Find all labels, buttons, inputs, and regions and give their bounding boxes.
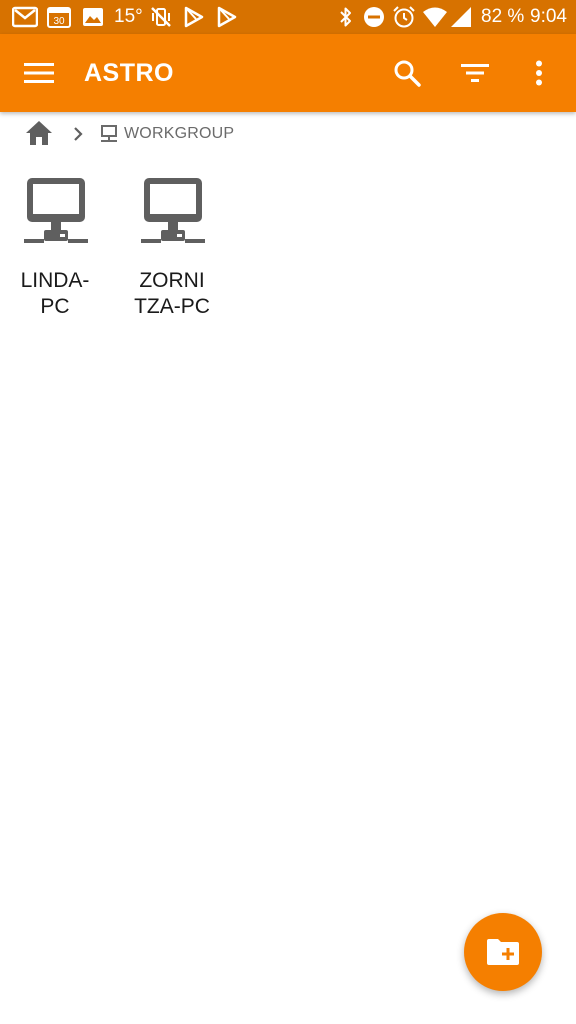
vibrate-off-icon: [150, 0, 172, 34]
network-computer-icon: [141, 176, 205, 253]
filter-icon[interactable]: [445, 34, 505, 112]
play-store-icon: [217, 0, 237, 34]
gmail-icon: [12, 0, 38, 34]
home-icon[interactable]: [25, 120, 53, 151]
network-computer-icon: [24, 176, 88, 253]
device-item[interactable]: ZORNI TZA-PC: [117, 176, 227, 336]
hamburger-menu-icon[interactable]: [9, 34, 69, 112]
device-name: LINDA- PC: [20, 269, 90, 318]
app-toolbar: ASTRO: [0, 34, 576, 112]
bluetooth-icon: [338, 0, 354, 34]
calendar-icon: 30: [47, 0, 71, 34]
cell-signal-icon: [450, 0, 472, 34]
do-not-disturb-icon: [363, 0, 385, 34]
temperature-text: 15°: [114, 6, 143, 27]
status-bar: 30 15° 82 % 9:04: [0, 0, 576, 34]
chevron-right-icon: [73, 127, 83, 146]
computer-icon: [100, 125, 118, 148]
new-folder-button[interactable]: [464, 913, 542, 991]
wifi-icon: [422, 0, 448, 34]
photos-icon: [82, 0, 104, 34]
clock: 9:04: [530, 6, 567, 27]
device-item[interactable]: LINDA- PC: [0, 176, 110, 336]
breadcrumb: WORKGROUP: [0, 112, 576, 156]
alarm-icon: [392, 0, 416, 34]
svg-text:30: 30: [53, 16, 65, 27]
breadcrumb-workgroup[interactable]: WORKGROUP: [124, 125, 234, 143]
play-store-icon: [184, 0, 204, 34]
more-vert-icon[interactable]: [509, 34, 569, 112]
app-title: ASTRO: [84, 59, 174, 87]
new-folder-icon: [487, 939, 519, 965]
device-name: ZORNI TZA-PC: [134, 269, 210, 318]
battery-percentage: 82 %: [481, 6, 525, 27]
search-icon[interactable]: [377, 34, 437, 112]
